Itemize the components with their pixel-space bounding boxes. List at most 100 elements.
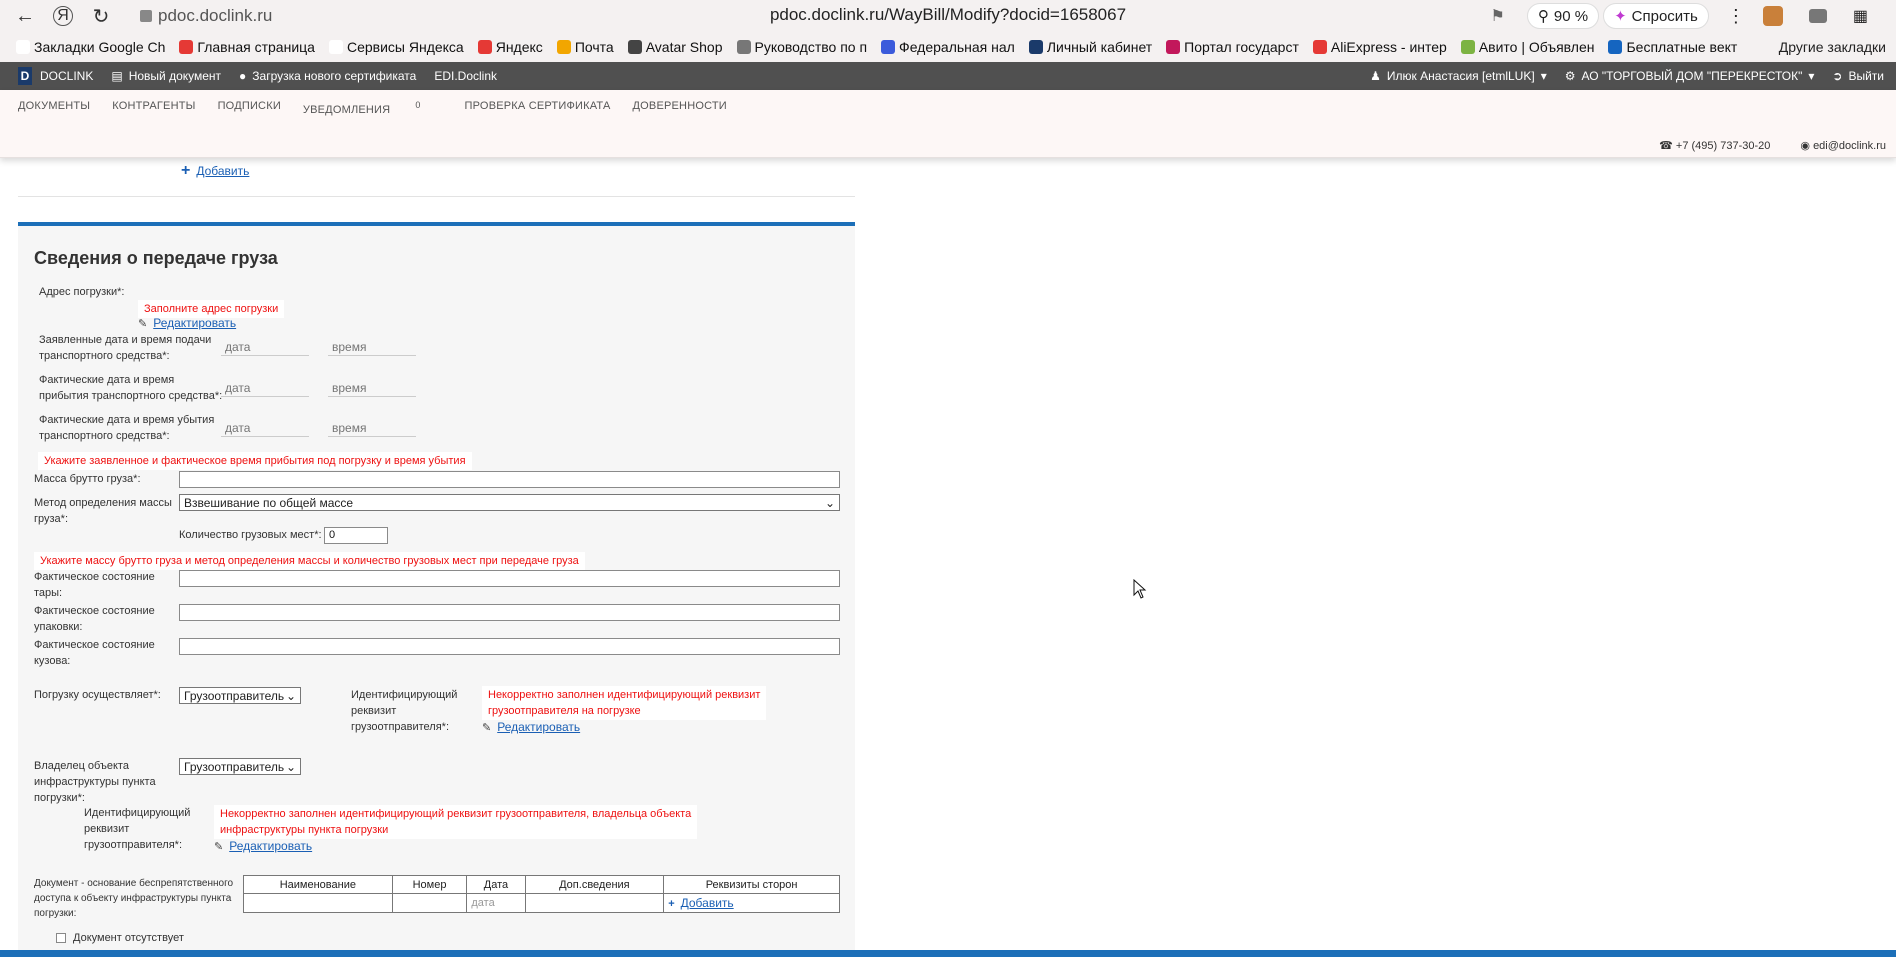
bookmark-favicon-icon — [16, 40, 30, 54]
edi-link[interactable]: EDI.Doclink — [434, 69, 497, 83]
bookmark-item[interactable]: Закладки Google Ch — [16, 39, 165, 55]
logout-link[interactable]: ➲ Выйти — [1832, 69, 1884, 83]
bookmark-favicon-icon — [1460, 40, 1475, 54]
bookmark-favicon-icon — [477, 40, 492, 54]
other-bookmarks[interactable]: Другие закладки — [1779, 39, 1886, 55]
owner-select[interactable]: Грузоотправитель ⌄ — [179, 758, 301, 775]
extra-cell[interactable] — [524, 893, 665, 913]
back-icon[interactable]: ← — [6, 0, 44, 32]
ask-button[interactable]: ✦ Спросить — [1603, 3, 1709, 29]
bookmarks-bar: Закладки Google Ch Главная страница Сервис… — [0, 32, 1896, 62]
add-cell[interactable]: + Добавить — [663, 893, 840, 913]
cargo-transfer-section: Сведения о передаче груза Адрес погрузки… — [18, 226, 855, 950]
menu-cert-check[interactable]: ПРОВЕРКА СЕРТИФИКАТА — [465, 100, 611, 116]
depart-date-input[interactable] — [221, 419, 309, 437]
downloads-icon[interactable] — [1808, 9, 1827, 23]
edit-label: Редактировать — [497, 720, 581, 734]
bookmark-item[interactable]: Сервисы Яндекса — [328, 39, 464, 55]
loader-select[interactable]: Грузоотправитель ⌄ — [179, 687, 301, 704]
bookmark-label: Почта — [574, 39, 614, 55]
table-header: Доп.сведения — [524, 875, 665, 894]
mass-method-select[interactable]: Взвешивание по общей массе ⌄ — [179, 494, 840, 511]
menu-powers[interactable]: ДОВЕРЕННОСТИ — [633, 100, 727, 116]
bookmark-label: Бесплатные вект — [1626, 39, 1738, 55]
arrival-time-input[interactable] — [328, 379, 416, 397]
bookmark-item[interactable]: Личный кабинет — [1028, 39, 1152, 55]
gross-mass-input[interactable] — [179, 471, 840, 488]
zoom-button[interactable]: ⚲ 90 % — [1526, 3, 1600, 29]
depart-time-input[interactable] — [328, 419, 416, 437]
doc-absent-label: Документ отсутствует — [73, 932, 184, 944]
owner-error: Некорректно заполнен идентифицирующий ре… — [214, 805, 698, 839]
new-document-link[interactable]: ▤ Новый документ — [111, 69, 221, 83]
owner-edit[interactable]: ✎ Редактировать — [214, 839, 312, 853]
date-cell[interactable]: дата — [466, 893, 526, 913]
pack-input[interactable] — [179, 604, 840, 621]
bookmark-item[interactable]: Avatar Shop — [627, 39, 723, 55]
bookmark-item[interactable]: Портал государст — [1166, 39, 1299, 55]
declared-time-input[interactable] — [328, 338, 416, 356]
reload-icon[interactable]: ↻ — [82, 0, 120, 32]
tare-input[interactable] — [179, 570, 840, 587]
more-icon[interactable]: ⋮ — [1727, 6, 1745, 27]
yandex-icon[interactable]: Я — [53, 6, 73, 26]
bookmark-item[interactable]: Руководство по п — [736, 39, 867, 55]
email-address: edi@doclink.ru — [1813, 140, 1886, 152]
name-cell[interactable] — [243, 893, 393, 913]
id-req-label: Идентифицирующий реквизит грузоотправителя… — [351, 687, 457, 735]
doc-absent-checkbox[interactable] — [56, 933, 66, 943]
extension-icon[interactable] — [1762, 6, 1783, 26]
number-cell[interactable] — [391, 893, 468, 913]
arrival-date-input[interactable] — [221, 379, 309, 397]
sidebar-icon[interactable]: ▦ — [1853, 6, 1868, 26]
arrival-dt-label-line: прибытия транспортного средства*: — [39, 390, 223, 402]
doc-basis-label: Документ - основание беспрепятственного д… — [34, 876, 233, 921]
phone-number: +7 (495) 737-30-20 — [1675, 140, 1771, 152]
load-address-edit[interactable]: ✎ Редактировать — [138, 316, 236, 330]
pack-label-line: Фактическое состояние — [34, 605, 155, 617]
bookmark-label: AliExpress - интер — [1330, 39, 1447, 55]
bookmark-item[interactable]: Бесплатные вект — [1608, 39, 1737, 55]
id-req-error: Некорректно заполнен идентифицирующий ре… — [482, 686, 767, 720]
bookmark-item[interactable]: Главная страница — [179, 39, 315, 55]
zoom-level: 90 % — [1553, 7, 1589, 25]
menu-signatures[interactable]: ПОДПИСКИ — [218, 100, 281, 116]
brand-link[interactable]: DOCLINK — [40, 69, 93, 83]
places-input[interactable]: 0 — [324, 527, 388, 544]
id-req-label-line: реквизит — [351, 705, 397, 717]
user-menu[interactable]: ♟ Илюк Анастасия [etmlLUK] ▾ — [1370, 69, 1547, 83]
address-input[interactable]: pdoc.doclink.ru/WayBill/Modify?docid=165… — [770, 5, 1126, 24]
bookmark-icon[interactable]: ⚑ — [1491, 6, 1505, 26]
bookmark-item[interactable]: Яндекс — [477, 39, 543, 55]
upload-cert-link[interactable]: ● Загрузка нового сертификата — [239, 69, 416, 83]
plus-icon: + — [181, 162, 191, 179]
body-input[interactable] — [179, 638, 840, 655]
address-host[interactable]: pdoc.doclink.ru — [140, 5, 272, 27]
caret-down-icon: ▾ — [1540, 69, 1547, 83]
menu-notifications[interactable]: УВЕДОМЛЕНИЯ 0 — [303, 100, 443, 116]
main-menu: ДОКУМЕНТЫ КОНТРАГЕНТЫ ПОДПИСКИ УВЕДОМЛЕН… — [0, 90, 1896, 158]
owner-label-line: инфраструктуры пункта — [34, 776, 156, 788]
bookmark-label: Авито | Объявлен — [1478, 39, 1595, 55]
add-top-link[interactable]: + Добавить — [181, 162, 249, 180]
brand-label: DOCLINK — [40, 69, 94, 83]
bookmark-item[interactable]: Почта — [556, 39, 614, 55]
bookmark-item[interactable]: Авито | Объявлен — [1460, 39, 1595, 55]
bookmark-label: Главная страница — [197, 39, 315, 55]
menu-contractors[interactable]: КОНТРАГЕНТЫ — [112, 100, 195, 116]
doc-basis-label-line: доступа к объекту инфраструктуры пункта — [34, 893, 232, 904]
bookmark-item[interactable]: Федеральная нал — [881, 39, 1015, 55]
id-req-edit[interactable]: ✎ Редактировать — [482, 720, 580, 734]
email-contact[interactable]: ◉ edi@doclink.ru — [1800, 139, 1886, 152]
menu-notifications-label: УВЕДОМЛЕНИЯ — [302, 103, 391, 116]
bookmark-item[interactable]: AliExpress - интер — [1312, 39, 1447, 55]
body-label-line: Фактическое состояние — [34, 639, 155, 651]
url-host-text: pdoc.doclink.ru — [158, 6, 273, 25]
alice-icon: ✦ — [1614, 8, 1627, 25]
menu-documents[interactable]: ДОКУМЕНТЫ — [18, 100, 90, 116]
org-menu[interactable]: ⚙ АО "ТОРГОВЫЙ ДОМ "ПЕРЕКРЕСТОК" ▾ — [1565, 69, 1815, 83]
bookmark-label: Портал государст — [1184, 39, 1299, 55]
loader-label: Погрузку осуществляет*: — [34, 689, 161, 701]
declared-date-input[interactable] — [221, 338, 309, 356]
depart-dt-label-line: Фактические дата и время убытия — [39, 414, 215, 426]
